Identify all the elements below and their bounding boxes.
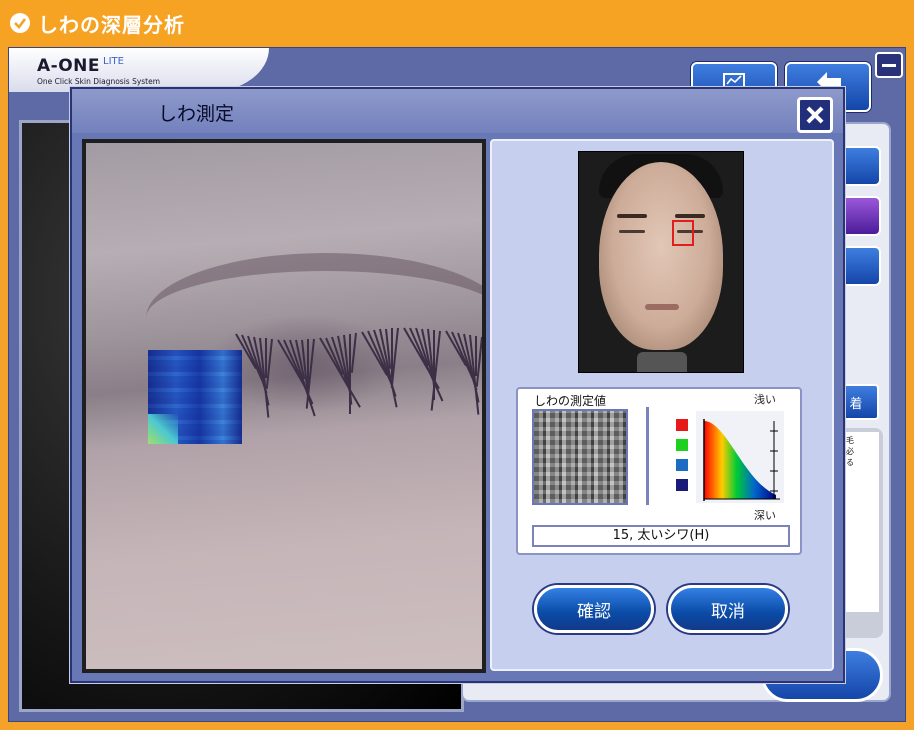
wrinkle-grayscale-thumbnail bbox=[532, 409, 628, 505]
window-title: しわの深層分析 bbox=[38, 12, 185, 37]
chin-rest bbox=[637, 352, 687, 372]
legend-swatch-blue bbox=[676, 459, 688, 471]
logo-lite: LITE bbox=[103, 56, 124, 67]
measurement-value: 15, 太いシワ(H) bbox=[532, 525, 790, 547]
wrinkle-analysis-overlay bbox=[148, 350, 242, 444]
legend-swatch-navy bbox=[676, 479, 688, 491]
confirm-button[interactable]: 確認 bbox=[534, 585, 654, 633]
check-circle-icon bbox=[10, 13, 30, 33]
legend-swatch-red bbox=[676, 419, 688, 431]
measure-label: しわの測定値 bbox=[534, 394, 607, 408]
wrinkle-measure-dialog: しわ測定 しわの測定値 浅い 深い 15, 太いシワ(H) 確認 取消 bbox=[70, 87, 845, 683]
side-label: 着 bbox=[849, 396, 863, 412]
minimize-button[interactable] bbox=[875, 52, 903, 78]
app-logo: A-ONE LITE One Click Skin Diagnosis Syste… bbox=[37, 56, 160, 86]
face-thumbnail bbox=[578, 151, 744, 373]
face-brow bbox=[617, 214, 647, 218]
face-mouth bbox=[645, 304, 679, 310]
face-brow bbox=[675, 214, 705, 218]
cancel-button[interactable]: 取消 bbox=[668, 585, 788, 633]
logo-main: A-ONE bbox=[37, 56, 101, 76]
dialog-title: しわ測定 bbox=[158, 103, 235, 125]
measure-area-marker bbox=[672, 220, 694, 246]
close-icon[interactable] bbox=[797, 97, 833, 133]
face-head bbox=[599, 162, 723, 350]
eyelash bbox=[349, 333, 351, 414]
result-panel: しわの測定値 浅い 深い 15, 太いシワ(H) 確認 取消 bbox=[490, 139, 834, 671]
legend-swatch-green bbox=[676, 439, 688, 451]
depth-gradient-chart bbox=[696, 411, 784, 503]
confirm-label: 確認 bbox=[577, 601, 611, 622]
deep-label: 深い bbox=[754, 509, 776, 522]
logo-subtitle: One Click Skin Diagnosis System bbox=[37, 77, 161, 86]
window-titlebar: しわの深層分析 bbox=[0, 0, 914, 46]
cancel-label: 取消 bbox=[711, 601, 745, 622]
face-eye bbox=[619, 230, 645, 233]
zoomed-skin-image[interactable] bbox=[82, 139, 486, 673]
shallow-label: 浅い bbox=[754, 393, 776, 406]
divider bbox=[646, 407, 649, 505]
measurement-box: しわの測定値 浅い 深い 15, 太いシワ(H) bbox=[516, 387, 802, 555]
